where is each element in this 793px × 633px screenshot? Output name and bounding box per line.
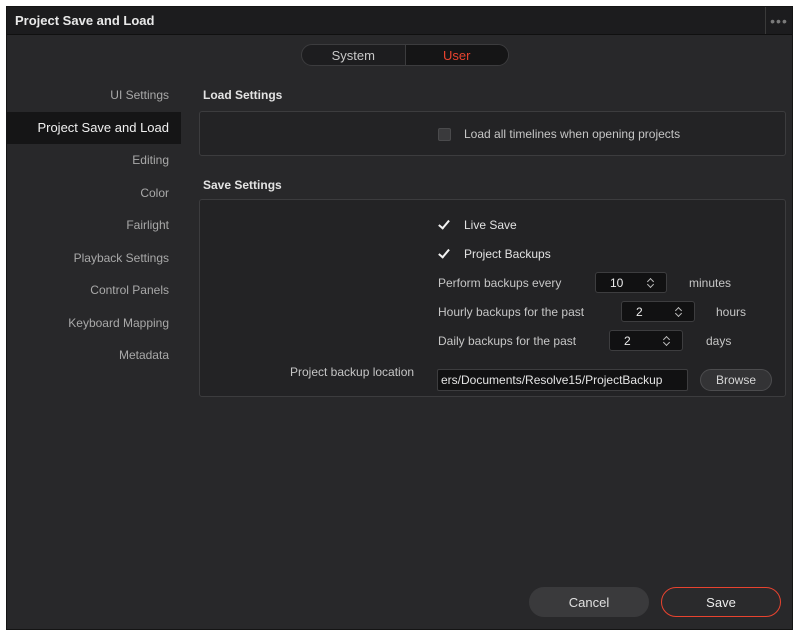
perform-backups-stepper[interactable]: 10 (595, 272, 667, 293)
save-button[interactable]: Save (661, 587, 781, 617)
sidebar-item-project-save-and-load[interactable]: Project Save and Load (7, 111, 181, 144)
load-all-timelines-checkbox[interactable] (438, 128, 451, 141)
sidebar-item-control-panels[interactable]: Control Panels (7, 274, 181, 307)
sidebar: UI Settings Project Save and Load Editin… (7, 79, 181, 372)
load-all-timelines-label: Load all timelines when opening projects (464, 127, 681, 141)
perform-backups-label: Perform backups every (438, 276, 562, 290)
sidebar-item-keyboard-mapping[interactable]: Keyboard Mapping (7, 307, 181, 340)
perform-backups-value: 10 (610, 275, 624, 290)
live-save-label: Live Save (464, 218, 517, 232)
daily-backups-label: Daily backups for the past (438, 334, 577, 348)
daily-backups-unit: days (706, 334, 732, 348)
daily-backups-stepper[interactable]: 2 (609, 330, 683, 351)
project-backups-label: Project Backups (464, 247, 551, 261)
save-settings-panel: Live Save Project Backups Perform backup… (199, 199, 786, 397)
hourly-backups-stepper[interactable]: 2 (621, 301, 695, 322)
title-bar: Project Save and Load ••• (7, 7, 792, 35)
perform-backups-unit: minutes (689, 276, 732, 290)
stepper-arrows-icon (646, 277, 656, 289)
backup-location-label: Project backup location (290, 365, 415, 379)
tab-system[interactable]: System (302, 45, 406, 65)
sidebar-item-ui-settings[interactable]: UI Settings (7, 79, 181, 112)
sidebar-item-color[interactable]: Color (7, 177, 181, 210)
window-title: Project Save and Load (15, 13, 155, 28)
tab-user[interactable]: User (405, 45, 508, 65)
stepper-arrows-icon (662, 335, 672, 347)
sidebar-item-editing[interactable]: Editing (7, 144, 181, 177)
sidebar-item-playback-settings[interactable]: Playback Settings (7, 242, 181, 275)
stepper-arrows-icon (674, 306, 684, 318)
save-settings-title: Save Settings (203, 178, 282, 192)
hourly-backups-value: 2 (636, 304, 643, 319)
project-backups-checkbox[interactable] (438, 247, 451, 260)
live-save-checkbox[interactable] (438, 218, 451, 231)
sidebar-item-fairlight[interactable]: Fairlight (7, 209, 181, 242)
backup-location-input[interactable]: ers/Documents/Resolve15/ProjectBackup (437, 369, 688, 391)
browse-button[interactable]: Browse (700, 369, 772, 391)
scope-toggle: System User (301, 44, 509, 66)
more-options-icon[interactable]: ••• (765, 7, 792, 34)
cancel-button[interactable]: Cancel (529, 587, 649, 617)
load-settings-title: Load Settings (203, 88, 283, 102)
daily-backups-value: 2 (624, 333, 631, 348)
hourly-backups-unit: hours (716, 305, 747, 319)
sidebar-item-metadata[interactable]: Metadata (7, 339, 181, 372)
load-settings-panel: Load all timelines when opening projects (199, 111, 786, 156)
preferences-window: Project Save and Load ••• System User UI… (6, 6, 793, 630)
hourly-backups-label: Hourly backups for the past (438, 305, 585, 319)
